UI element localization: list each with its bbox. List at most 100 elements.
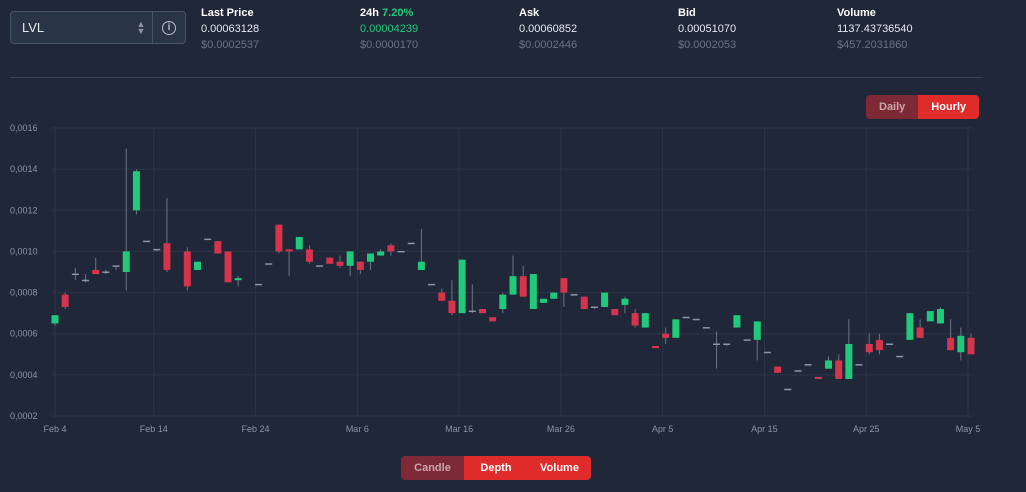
stat-label: Last Price [201,7,254,19]
candle-body [224,251,232,283]
hourly-button[interactable]: Hourly [918,95,980,119]
stat-value: 0.00004239 [360,23,419,35]
candle-body [234,278,242,281]
candle-body [51,315,59,324]
candle-body [865,344,873,353]
candle-body [367,253,375,262]
candle-body [875,339,883,351]
candle-body [61,294,69,307]
candle-body [417,261,425,270]
candle-body [499,294,507,310]
stat-label: 24h [360,7,379,19]
candle-body [825,360,833,369]
stat-usd: $457.2031860 [837,39,908,51]
candle-body [183,251,191,287]
candle-body [529,274,537,310]
volume-button[interactable]: Volume [528,456,591,480]
info-button[interactable]: i [152,12,185,43]
depth-button[interactable]: Depth [464,456,528,480]
stat-value: 0.00060852 [519,23,578,35]
candle-body [967,337,975,355]
candle-body [112,265,120,267]
stat-usd: $0.0002053 [678,39,737,51]
daily-button[interactable]: Daily [866,95,919,119]
candlestick-chart[interactable]: 0,0016 0,0014 0,0012 0,0010 0,0008 0,0006 0,00… [0,118,1000,438]
stat-usd: $0.0000170 [360,39,419,51]
y-tick-label: 0,0012 [10,205,38,215]
stat-usd: $0.0002537 [201,39,260,51]
candle-body [163,243,171,270]
y-tick-label: 0,0010 [10,246,38,256]
header-divider [10,77,983,78]
stat-usd: $0.0002446 [519,39,578,51]
candle-body [132,171,140,211]
candle-body [662,333,670,338]
candle-body [774,366,782,373]
y-tick-label: 0,0002 [10,411,38,421]
candle-body [621,298,629,305]
candle-body [682,316,690,319]
x-tick-label: Feb 14 [140,424,168,434]
candle-body [346,251,354,266]
candle-body [275,224,283,252]
candle-body [326,257,334,264]
candle-body [916,327,924,338]
x-tick-label: Mar 6 [346,424,369,434]
candle-body [509,276,517,295]
candle-body [926,311,934,322]
y-tick-label: 0,0008 [10,288,38,298]
pair-select-value: LVL [22,20,45,35]
candle-body [590,306,598,308]
candle-body [753,321,761,340]
candle-body [804,364,812,366]
candle-body [641,313,649,328]
stat-24h: 24h 7.20% 0.00004239 $0.0000170 [360,5,418,53]
candle-body [886,343,894,345]
candle-body [692,318,700,321]
stat-bid: Bid 0.00051070 $0.0002053 [678,5,736,53]
candle-body [387,245,395,252]
candle-body [550,292,558,299]
candle-body [906,313,914,340]
stat-label: Bid [678,7,696,19]
candle-body [672,319,680,338]
candle-body [560,278,568,293]
x-tick-label: Apr 25 [853,424,880,434]
y-tick-label: 0,0006 [10,329,38,339]
candle-body [957,335,965,353]
candle-body [153,248,161,251]
candle-button[interactable]: Candle [401,456,464,480]
candle-body [305,249,313,262]
candle-body [102,271,110,273]
candle-body [143,240,151,243]
candle-body [478,309,486,314]
chevron-updown-icon: ▲ ▼ [136,18,146,36]
stat-volume: Volume 1137.43736540 $457.2031860 [837,5,913,53]
candle-body [356,261,364,270]
candle-body [316,265,324,267]
candle-body [631,313,639,326]
candle-body [713,343,721,345]
pair-select[interactable]: LVL ▲ ▼ i [10,11,186,44]
candle-body [947,337,955,351]
x-tick-label: May 5 [956,424,981,434]
candle-body [702,327,710,329]
candle-body [295,237,303,250]
y-tick-label: 0,0004 [10,370,38,380]
x-tick-label: Mar 16 [445,424,473,434]
x-tick-label: Feb 4 [43,424,66,434]
view-toggle: Candle Depth Volume [401,456,591,480]
candle-body [468,310,476,313]
candle-body [285,249,293,252]
candle-body [784,388,792,391]
candle-body [540,298,548,303]
candle-body [835,360,843,379]
candle-body [193,261,201,270]
candle-body [438,292,446,301]
candle-body [82,279,90,282]
candle-body [377,251,385,256]
candle-body [733,315,741,328]
stat-last-price: Last Price 0.00063128 $0.0002537 [201,5,259,53]
stat-value: 1137.43736540 [837,23,913,35]
candle-body [601,292,609,307]
